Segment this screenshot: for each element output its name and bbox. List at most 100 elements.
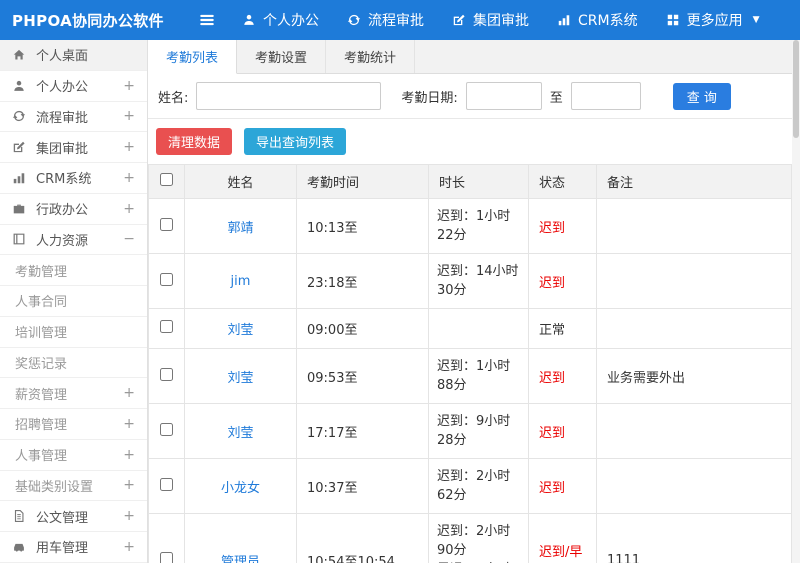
name-filter-label: 姓名: bbox=[158, 90, 189, 106]
table-row: 管理员 10:54至10:54迟到：2小时90分早退：7小时10分迟到/早退 111… bbox=[148, 513, 792, 563]
expand-icon[interactable]: + bbox=[123, 478, 135, 492]
sidebar-item-5[interactable]: CRM系统 + bbox=[0, 163, 147, 194]
nav-item-4[interactable]: CRM系统 bbox=[557, 10, 638, 30]
status-cell: 迟到 bbox=[528, 458, 597, 514]
select-all-cell bbox=[148, 164, 185, 199]
expand-icon[interactable]: + bbox=[123, 509, 135, 523]
row-checkbox[interactable] bbox=[160, 217, 173, 231]
row-checkbox[interactable] bbox=[160, 422, 173, 436]
top-nav: 个人办公 流程审批 集团审批 CRM系统 更多应用 ▼ bbox=[242, 10, 760, 30]
user-icon bbox=[12, 79, 30, 93]
sidebar-item-1[interactable]: 个人桌面 bbox=[0, 40, 147, 71]
employee-name-link[interactable]: 刘莹 bbox=[227, 426, 253, 441]
sidebar-item-13[interactable]: 招聘管理 + bbox=[0, 409, 147, 440]
expand-icon[interactable]: + bbox=[123, 448, 135, 462]
time-cell: 10:54至10:54 bbox=[296, 513, 429, 563]
employee-name-link[interactable]: 管理员 bbox=[221, 555, 260, 563]
time-cell: 23:18至 bbox=[296, 253, 429, 309]
expand-icon[interactable]: + bbox=[123, 202, 135, 216]
row-check-cell bbox=[148, 403, 185, 459]
note-cell: 1111 bbox=[596, 513, 792, 563]
employee-name-link[interactable]: jim bbox=[231, 274, 251, 289]
nav-item-label: 个人办公 bbox=[263, 13, 319, 29]
expand-icon[interactable]: + bbox=[123, 540, 135, 554]
export-list-button[interactable]: 导出查询列表 bbox=[244, 128, 347, 155]
sidebar-item-15[interactable]: 基础类别设置 + bbox=[0, 471, 147, 502]
sidebar-item-label: 用车管理 bbox=[36, 541, 89, 557]
expand-icon[interactable]: + bbox=[123, 109, 135, 123]
column-header: 时长 bbox=[428, 164, 529, 199]
duration-line: 迟到：1小时22分 bbox=[437, 209, 511, 243]
nav-item-3[interactable]: 集团审批 bbox=[452, 10, 529, 30]
sidebar-item-12[interactable]: 薪资管理 + bbox=[0, 378, 147, 409]
clean-data-button[interactable]: 清理数据 bbox=[156, 128, 233, 155]
time-cell: 17:17至 bbox=[296, 403, 429, 459]
row-checkbox[interactable] bbox=[160, 551, 173, 563]
date-from-input[interactable] bbox=[465, 82, 542, 110]
expand-icon[interactable]: + bbox=[123, 140, 135, 154]
nav-item-5[interactable]: 更多应用 ▼ bbox=[666, 10, 760, 30]
row-checkbox[interactable] bbox=[160, 367, 173, 381]
duration-cell: 迟到：1小时88分 bbox=[428, 348, 529, 404]
nav-item-2[interactable]: 流程审批 bbox=[347, 10, 424, 30]
name-cell: 小龙女 bbox=[184, 458, 297, 514]
row-checkbox[interactable] bbox=[160, 477, 173, 491]
status-text: 迟到 bbox=[539, 275, 566, 291]
duration-line: 迟到：1小时88分 bbox=[437, 359, 511, 393]
sidebar-item-8[interactable]: 考勤管理 bbox=[0, 255, 147, 286]
sidebar-item-14[interactable]: 人事管理 + bbox=[0, 440, 147, 471]
sidebar-item-2[interactable]: 个人办公 + bbox=[0, 71, 147, 102]
date-to-input[interactable] bbox=[570, 82, 641, 110]
expand-icon[interactable]: + bbox=[123, 79, 135, 93]
sidebar-item-16[interactable]: 公文管理 + bbox=[0, 501, 147, 532]
column-header: 姓名 bbox=[184, 164, 297, 199]
phpoa-app: PHPOA协同办公软件 个人办公 流程审批 集团审批 CRM系统 更多应用 ▼ 个人桌面个… bbox=[0, 0, 800, 563]
process-icon bbox=[347, 13, 361, 27]
row-check-cell bbox=[148, 308, 185, 349]
tab-3[interactable]: 考勤统计 bbox=[326, 40, 416, 73]
expand-icon[interactable]: + bbox=[123, 171, 135, 185]
date-filter-label: 考勤日期: bbox=[401, 90, 458, 106]
sidebar-item-11[interactable]: 奖惩记录 bbox=[0, 348, 147, 379]
sidebar-item-4[interactable]: 集团审批 + bbox=[0, 132, 147, 163]
scrollbar-thumb[interactable] bbox=[793, 40, 799, 138]
select-all-checkbox[interactable] bbox=[160, 173, 173, 186]
page-scrollbar[interactable] bbox=[792, 40, 800, 563]
employee-name-link[interactable]: 郭靖 bbox=[227, 221, 253, 236]
sidebar-item-7[interactable]: 人力资源 − bbox=[0, 225, 147, 256]
table-header: 姓名 考勤时间 时长 状态 备注 bbox=[148, 164, 792, 199]
employee-name-link[interactable]: 刘莹 bbox=[227, 323, 253, 338]
top-header: PHPOA协同办公软件 个人办公 流程审批 集团审批 CRM系统 更多应用 ▼ bbox=[0, 0, 800, 40]
sidebar-item-17[interactable]: 用车管理 + bbox=[0, 532, 147, 563]
row-checkbox[interactable] bbox=[160, 272, 173, 286]
name-filter-input[interactable] bbox=[196, 82, 382, 110]
collapse-icon[interactable]: − bbox=[123, 232, 135, 246]
status-text: 正常 bbox=[539, 323, 566, 338]
sidebar-item-label: 招聘管理 bbox=[15, 418, 68, 434]
column-header: 备注 bbox=[596, 164, 792, 199]
nav-item-1[interactable]: 个人办公 bbox=[242, 10, 319, 30]
row-check-cell bbox=[148, 458, 185, 514]
row-checkbox[interactable] bbox=[160, 320, 173, 333]
sidebar-item-label: 公文管理 bbox=[36, 510, 89, 526]
column-header: 状态 bbox=[528, 164, 597, 199]
tab-1[interactable]: 考勤列表 bbox=[148, 40, 238, 74]
search-button[interactable]: 查 询 bbox=[672, 82, 731, 110]
tab-2[interactable]: 考勤设置 bbox=[237, 40, 327, 73]
note-cell bbox=[596, 198, 792, 254]
app-title: PHPOA协同办公软件 bbox=[12, 11, 164, 30]
status-text: 迟到 bbox=[539, 220, 566, 236]
hamburger-menu-icon[interactable] bbox=[198, 11, 216, 29]
expand-icon[interactable]: + bbox=[123, 417, 135, 431]
sidebar-item-6[interactable]: 行政办公 + bbox=[0, 194, 147, 225]
sidebar-item-9[interactable]: 人事合同 bbox=[0, 286, 147, 317]
expand-icon[interactable]: + bbox=[123, 386, 135, 400]
employee-name-link[interactable]: 刘莹 bbox=[227, 371, 253, 386]
sidebar-item-label: 集团审批 bbox=[36, 141, 89, 157]
sidebar-item-label: 个人办公 bbox=[36, 80, 89, 96]
status-text: 迟到 bbox=[539, 370, 566, 386]
sidebar-item-10[interactable]: 培训管理 bbox=[0, 317, 147, 348]
sidebar-item-3[interactable]: 流程审批 + bbox=[0, 102, 147, 133]
employee-name-link[interactable]: 小龙女 bbox=[221, 481, 260, 496]
duration-cell: 迟到：9小时28分 bbox=[428, 403, 529, 459]
